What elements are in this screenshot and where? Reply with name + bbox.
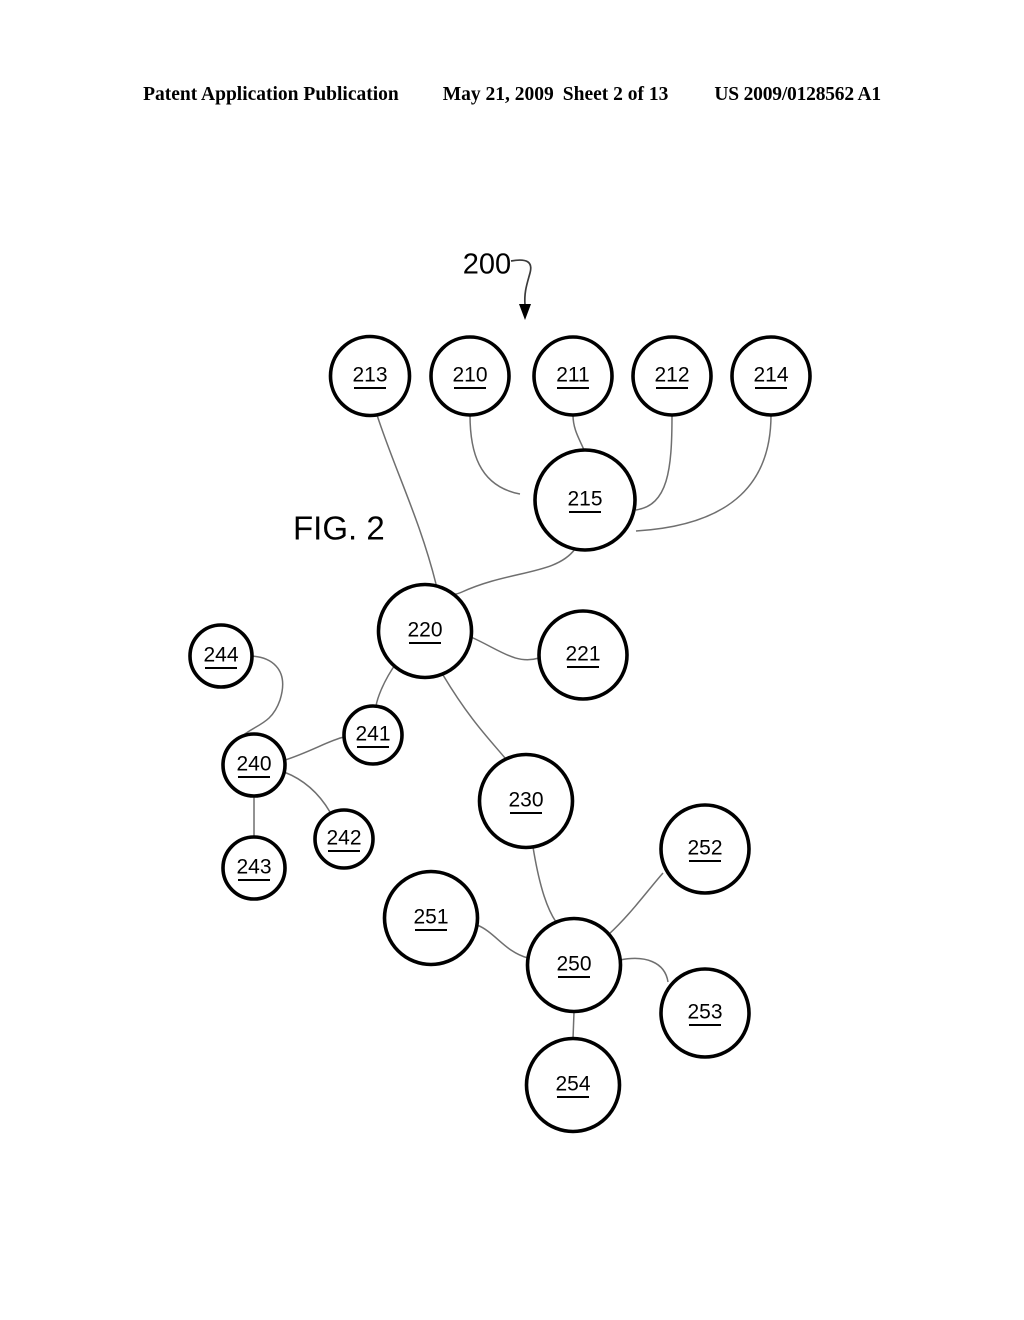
node-label-250: 250 [556,953,591,976]
node-label-252: 252 [687,837,722,860]
node-254[interactable]: 254 [524,1036,622,1134]
edge-240-242 [283,771,331,813]
edge-220-221 [470,636,540,661]
edge-230-250 [532,846,557,923]
node-252[interactable]: 252 [659,803,751,895]
edge-220-230 [442,674,506,759]
reference-leader-line [510,259,532,306]
node-label-213: 213 [352,364,387,387]
edge-250-254 [572,1011,575,1040]
node-213[interactable]: 213 [328,334,412,418]
edge-213-220 [376,414,437,585]
node-label-220: 220 [407,619,442,642]
edges-group [224,414,772,1040]
node-label-243: 243 [236,856,271,879]
node-label-251: 251 [413,906,448,929]
node-label-210: 210 [452,364,487,387]
node-label-244: 244 [203,644,238,667]
edge-212-215 [635,414,673,511]
node-label-215: 215 [567,488,602,511]
node-220[interactable]: 220 [376,582,474,680]
node-label-221: 221 [565,643,600,666]
reference-leader-arrowhead-icon [519,304,531,320]
node-label-211: 211 [556,364,589,387]
node-251[interactable]: 251 [382,869,480,967]
edge-214-215 [635,414,772,532]
edge-211-215 [572,414,585,451]
edge-220-241 [375,661,398,707]
node-250[interactable]: 250 [525,916,623,1014]
node-253[interactable]: 253 [659,967,751,1059]
node-214[interactable]: 214 [730,335,812,417]
edge-215-220 [435,548,576,596]
node-230[interactable]: 230 [477,752,575,850]
node-211[interactable]: 211 [532,335,614,417]
edge-250-253 [619,957,669,983]
node-241[interactable]: 241 [342,704,404,766]
edge-251-250 [476,924,529,959]
edge-240-241 [284,736,345,761]
node-212[interactable]: 212 [631,335,713,417]
node-221[interactable]: 221 [537,609,629,701]
figure-caption: FIG. 2 [293,510,385,547]
node-label-241: 241 [355,723,390,746]
node-label-242: 242 [326,827,361,850]
node-215[interactable]: 215 [533,448,637,552]
patent-figure-canvas: 213 210 211 212 214 215 220 221 244 240 241 242 243 2… [0,0,1024,1320]
node-label-254: 254 [555,1073,590,1096]
edge-210-215 [469,414,521,495]
node-242[interactable]: 242 [313,808,375,870]
node-label-253: 253 [687,1001,722,1024]
node-240[interactable]: 240 [221,732,287,798]
node-label-240: 240 [236,753,271,776]
node-label-214: 214 [753,364,788,387]
node-label-230: 230 [508,789,543,812]
nodes-group: 213 210 211 212 214 215 220 221 244 240 241 242 243 2… [188,334,812,1134]
reference-leader-group [510,259,532,320]
node-244[interactable]: 244 [188,623,254,689]
figure-reference-label: 200 [463,249,511,281]
node-210[interactable]: 210 [429,335,511,417]
node-243[interactable]: 243 [221,835,287,901]
node-label-212: 212 [654,364,689,387]
edge-250-252 [607,872,664,936]
